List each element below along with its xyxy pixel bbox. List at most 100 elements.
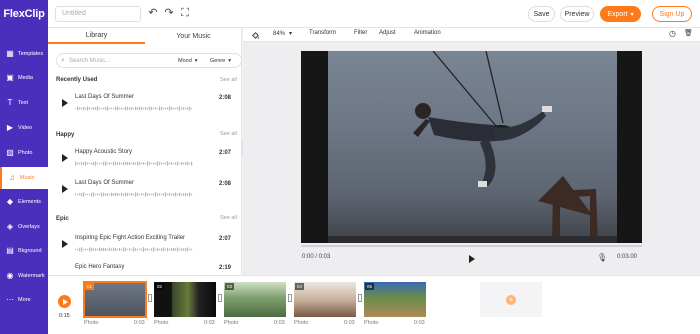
play-icon[interactable] (62, 99, 68, 107)
genre-filter[interactable]: Genre ▾ (210, 56, 231, 66)
play-button[interactable] (469, 255, 475, 263)
project-title-input[interactable]: Untitled (55, 6, 141, 22)
waveform-bar (147, 248, 149, 251)
play-icon[interactable] (62, 185, 68, 193)
sidebar-item-music[interactable]: ♫ Music (0, 167, 48, 189)
add-clip-button[interactable]: + (480, 282, 542, 317)
sidebar-item-text[interactable]: T Text (0, 92, 48, 114)
waveform-bar (129, 193, 131, 196)
search-music-input[interactable]: ⌕ Search Music... Mood ▾ Genre ▾ (56, 53, 242, 68)
section-title-happy: Happy (56, 132, 75, 138)
timeline-clip[interactable]: 01 (83, 281, 147, 318)
waveform-bar (133, 107, 135, 110)
redo-icon[interactable]: ↷ (162, 6, 176, 20)
play-icon[interactable] (62, 154, 68, 162)
watermark-icon: ◉ (6, 271, 14, 280)
waveform-bar (173, 162, 175, 165)
adjust-button[interactable]: Adjust (379, 30, 396, 36)
undo-icon[interactable]: ↶ (146, 6, 160, 20)
section-title-recently-used: Recently Used (56, 77, 98, 83)
waveform-bar (159, 248, 161, 251)
waveform-bar (163, 162, 165, 165)
timeline-clip[interactable]: 05 (364, 282, 426, 317)
tab-library[interactable]: Library (48, 28, 145, 44)
waveform-bar (163, 107, 165, 110)
sidebar-item-overlays[interactable]: ◈ Overlays (0, 216, 48, 238)
see-all-link[interactable]: See all (220, 131, 237, 137)
media-icon: ▣ (6, 73, 14, 82)
waveform-bar (77, 248, 79, 251)
transition-icon[interactable] (358, 294, 362, 302)
sidebar-item-watermark[interactable]: ◉ Watermark (0, 265, 48, 287)
waveform-bar (143, 107, 145, 110)
track-item[interactable]: Epic Hero Fantasy 2:19 (56, 262, 236, 275)
track-duration: 2:07 (219, 236, 232, 242)
waveform-bar (87, 248, 89, 251)
swing-photo (328, 51, 617, 243)
waveform-bar (157, 107, 159, 110)
sidebar-item-label: Music (20, 175, 35, 181)
waveform-bar (97, 193, 99, 196)
microphone-icon[interactable]: 🎙 (597, 254, 607, 262)
paint-bucket-icon[interactable] (251, 31, 260, 40)
mood-filter[interactable]: Mood ▾ (178, 56, 198, 66)
timeline-clip[interactable]: 03 (224, 282, 286, 317)
export-button[interactable]: Export ▾ (600, 6, 641, 22)
transition-icon[interactable] (148, 294, 152, 302)
trash-icon[interactable]: 🗑 (684, 29, 693, 37)
track-item[interactable]: Inspiring Epic Fight Action Exciting Tra… (56, 233, 236, 261)
search-icon: ⌕ (61, 56, 65, 64)
play-icon[interactable] (62, 240, 68, 248)
tab-your-music[interactable]: Your Music (145, 28, 242, 44)
transform-button[interactable]: Transform (309, 30, 336, 36)
waveform-bar (145, 192, 147, 197)
video-preview[interactable] (301, 51, 642, 243)
sidebar-item-more[interactable]: ⋯ More (0, 289, 48, 311)
waveform-bar (91, 247, 93, 252)
timeline-clip[interactable]: 04 (294, 282, 356, 317)
transition-icon[interactable] (218, 294, 222, 302)
see-all-link[interactable]: See all (220, 215, 237, 221)
history-icon[interactable]: ◷ (669, 29, 676, 38)
flexclip-logo[interactable]: FlexClip (0, 0, 48, 28)
sidebar-item-templates[interactable]: ▦ Templates (0, 43, 48, 65)
filter-button[interactable]: Filter (354, 30, 367, 36)
fullscreen-icon[interactable]: ⛶ (178, 6, 192, 20)
timeline-play-button[interactable] (58, 295, 71, 308)
sidebar-item-elements[interactable]: ◆ Elements (0, 191, 48, 213)
timeline-clip[interactable]: 02 (154, 282, 216, 317)
clip-duration: 0:03 (134, 320, 145, 326)
waveform-bar (163, 247, 165, 252)
save-button[interactable]: Save (528, 6, 555, 22)
see-all-link[interactable]: See all (220, 77, 237, 83)
sidebar-item-video[interactable]: ▶ Video (0, 117, 48, 139)
track-item[interactable]: Happy Acoustic Story 2:07 (56, 147, 236, 175)
waveform-bar (189, 106, 191, 111)
animation-button[interactable]: Animation (414, 30, 441, 36)
waveform-bar (153, 107, 155, 110)
waveform-bar (173, 193, 175, 196)
waveform-bar (95, 193, 97, 196)
sidebar-item-photo[interactable]: ▨ Photo (0, 142, 48, 164)
sidebar: ▦ Templates ▣ Media T Text ▶ Video ▨ Photo ♫ M… (0, 28, 48, 334)
zoom-select[interactable]: 84% ▾ (273, 30, 292, 37)
video-progress-bar[interactable] (301, 245, 642, 247)
waveform-bar (97, 248, 99, 251)
waveform-bar (87, 162, 89, 165)
waveform-bar (133, 161, 135, 166)
sidebar-item-label: Photo (18, 150, 33, 156)
waveform-bar (179, 106, 181, 111)
track-item[interactable]: Last Days Of Summer 2:08 (56, 92, 236, 120)
transition-icon[interactable] (288, 294, 292, 302)
sidebar-item-background[interactable]: ▤ Bkground (0, 240, 48, 262)
waveform-bar (135, 162, 137, 165)
track-item[interactable]: Last Days Of Summer 2:08 (56, 178, 236, 206)
waveform-bar (189, 192, 191, 197)
sign-up-button[interactable]: Sign Up (652, 6, 692, 22)
waveform-bar (103, 161, 105, 166)
waveform-bar (89, 193, 91, 196)
waveform-bar (93, 248, 95, 251)
preview-button[interactable]: Preview (560, 6, 594, 22)
sidebar-item-media[interactable]: ▣ Media (0, 67, 48, 89)
waveform-bar (111, 192, 113, 197)
